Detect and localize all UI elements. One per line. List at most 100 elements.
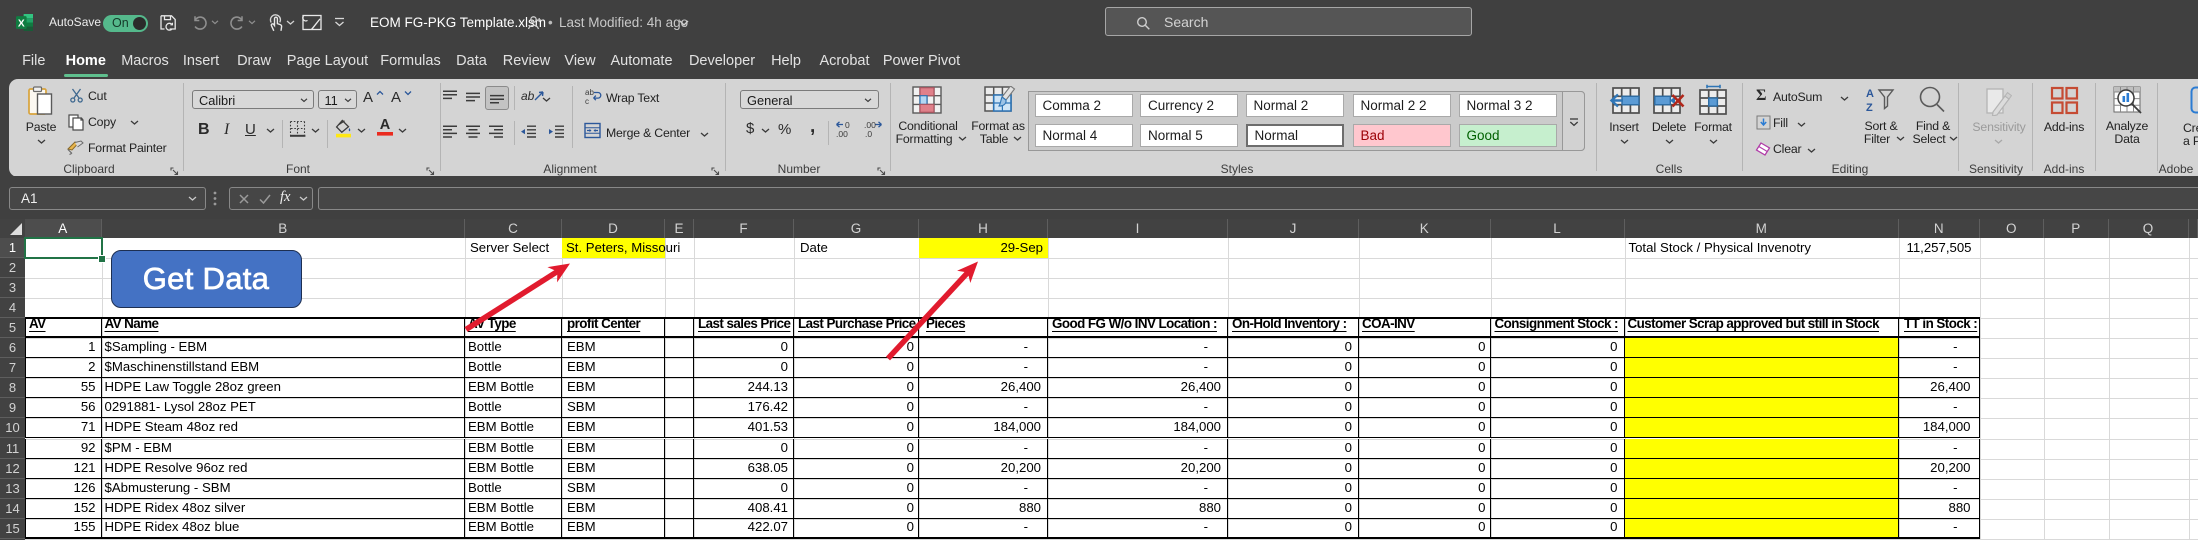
table-cell[interactable]: HDPE Ridex 48oz blue [102,519,466,539]
table-cell[interactable]: 0 [1359,479,1491,499]
table-cell[interactable]: 0 [794,499,919,519]
italic-button[interactable]: I [224,121,229,139]
align-bottom-button-selected[interactable] [485,86,509,110]
table-cell[interactable] [665,479,694,499]
style-chip-normal-3-2[interactable]: Normal 3 2 [1459,94,1557,117]
table-cell[interactable]: 0 [694,338,794,358]
autosum-icon[interactable]: Σ [1756,87,1766,105]
autosum-label[interactable]: AutoSum [1773,90,1822,104]
ribbon-tab-macros[interactable]: Macros [121,45,169,78]
create-pdf-label-1[interactable]: Create [2183,121,2198,135]
table-cell[interactable]: EBM Bottle [465,459,562,479]
table-cell[interactable]: 121 [25,459,102,479]
table-cell[interactable]: 0 [794,479,919,499]
clear-label[interactable]: Clear [1773,142,1801,156]
row-header-2[interactable]: 2 [0,258,25,278]
sort-filter-label-2[interactable]: Filter [1864,133,1890,146]
table-header-cell[interactable]: AV Name [102,318,466,338]
title-chevron-icon[interactable] [679,20,689,27]
format-cells-label[interactable]: Format [1694,121,1732,134]
table-cell[interactable]: 0291881- Lysol 28oz PET [102,398,466,418]
table-cell[interactable]: EBM [562,459,665,479]
row-header-12[interactable]: 12 [0,459,25,479]
ribbon-tab-home[interactable]: Home [66,45,106,78]
style-chip-normal-5[interactable]: Normal 5 [1140,124,1238,147]
table-cell[interactable]: $Abmusterung - SBM [102,479,466,499]
table-cell[interactable]: - [1048,439,1228,459]
borders-chevron-icon[interactable] [311,128,320,134]
cell-D1-text[interactable]: St. Peters, Missouri [566,238,680,258]
table-cell[interactable]: 0 [794,358,919,378]
table-cell[interactable]: SBM [562,398,665,418]
font-color-chevron-icon[interactable] [398,128,407,134]
table-cell[interactable]: - [919,439,1048,459]
table-header-cell[interactable]: Last sales Price [694,318,794,338]
cut-icon[interactable] [69,88,84,103]
fill-chevron-icon[interactable] [1797,122,1806,128]
paste-chevron-icon[interactable] [37,139,46,145]
wrap-text-label[interactable]: Wrap Text [606,91,659,105]
get-data-button[interactable]: Get Data [111,250,302,308]
ribbon-tab-help[interactable]: Help [771,45,801,78]
insert-cells-label[interactable]: Insert [1609,121,1639,134]
underline-chevron-icon[interactable] [266,128,275,134]
table-cell[interactable]: EBM Bottle [465,519,562,539]
table-header-cell[interactable]: Last Purchase Price [794,318,919,338]
table-cell[interactable]: 638.05 [694,459,794,479]
format-painter-label[interactable]: Format Painter [88,141,167,155]
enter-icon[interactable] [259,194,271,204]
cell-G1[interactable]: Date [800,238,828,258]
add-ins-icon[interactable] [2050,86,2079,115]
copy-label[interactable]: Copy [88,115,116,129]
format-as-table-chevron-icon[interactable] [1013,136,1022,142]
column-header-B[interactable]: B [102,219,466,239]
table-cell[interactable]: 152 [25,499,102,519]
table-cell[interactable]: EBM Bottle [465,418,562,438]
table-cell[interactable]: - [1048,358,1228,378]
style-chip-normal-4[interactable]: Normal 4 [1035,124,1133,147]
table-cell[interactable]: - [1048,479,1228,499]
ribbon-tab-draw[interactable]: Draw [237,45,271,78]
save-icon[interactable] [159,13,178,32]
font-size-combo[interactable]: 11 [318,90,357,109]
style-chip-currency-2[interactable]: Currency 2 [1140,94,1238,117]
row-header-13[interactable]: 13 [0,479,25,499]
table-header-cell[interactable]: Pieces [919,318,1048,338]
table-cell[interactable]: EBM [562,439,665,459]
sort-filter-chevron-icon[interactable] [1896,136,1905,142]
table-cell[interactable]: 0 [1359,378,1491,398]
table-cell[interactable]: 0 [1491,378,1625,398]
row-header-15[interactable]: 15 [0,519,25,539]
table-cell[interactable] [1625,418,1900,438]
table-cell[interactable]: 0 [1359,459,1491,479]
table-cell[interactable]: - [1899,519,1980,539]
table-cell[interactable]: - [1899,338,1980,358]
table-cell[interactable] [1625,378,1900,398]
table-cell[interactable]: - [1899,439,1980,459]
more-commands-icon[interactable] [334,17,345,28]
ribbon-tab-review[interactable]: Review [503,45,551,78]
percent-style-icon[interactable]: % [778,121,791,138]
column-header-C[interactable]: C [465,219,562,239]
table-cell[interactable]: - [1899,479,1980,499]
cell-N1[interactable]: 11,257,505 [1899,238,1972,258]
column-header-N[interactable]: N [1899,219,1980,239]
column-header-K[interactable]: K [1359,219,1491,239]
table-cell[interactable]: 0 [1228,338,1359,358]
excel-logo-icon[interactable]: X [16,14,33,31]
table-cell[interactable]: 0 [794,338,919,358]
ribbon-tab-developer[interactable]: Developer [689,45,755,78]
table-cell[interactable]: 0 [1228,459,1359,479]
table-cell[interactable]: HDPE Steam 48oz red [102,418,466,438]
delete-cells-label[interactable]: Delete [1652,121,1686,134]
format-as-table-icon[interactable] [984,86,1016,116]
fx-chevron-icon[interactable] [299,196,308,202]
table-cell[interactable]: - [1048,398,1228,418]
table-cell[interactable]: Bottle [465,398,562,418]
table-cell[interactable]: 408.41 [694,499,794,519]
copy-chevron-icon[interactable] [130,120,139,126]
row-header-9[interactable]: 9 [0,398,25,418]
last-modified-label[interactable]: Last Modified: 4h ago [559,0,688,45]
table-cell[interactable]: EBM [562,338,665,358]
table-cell[interactable]: EBM [562,499,665,519]
